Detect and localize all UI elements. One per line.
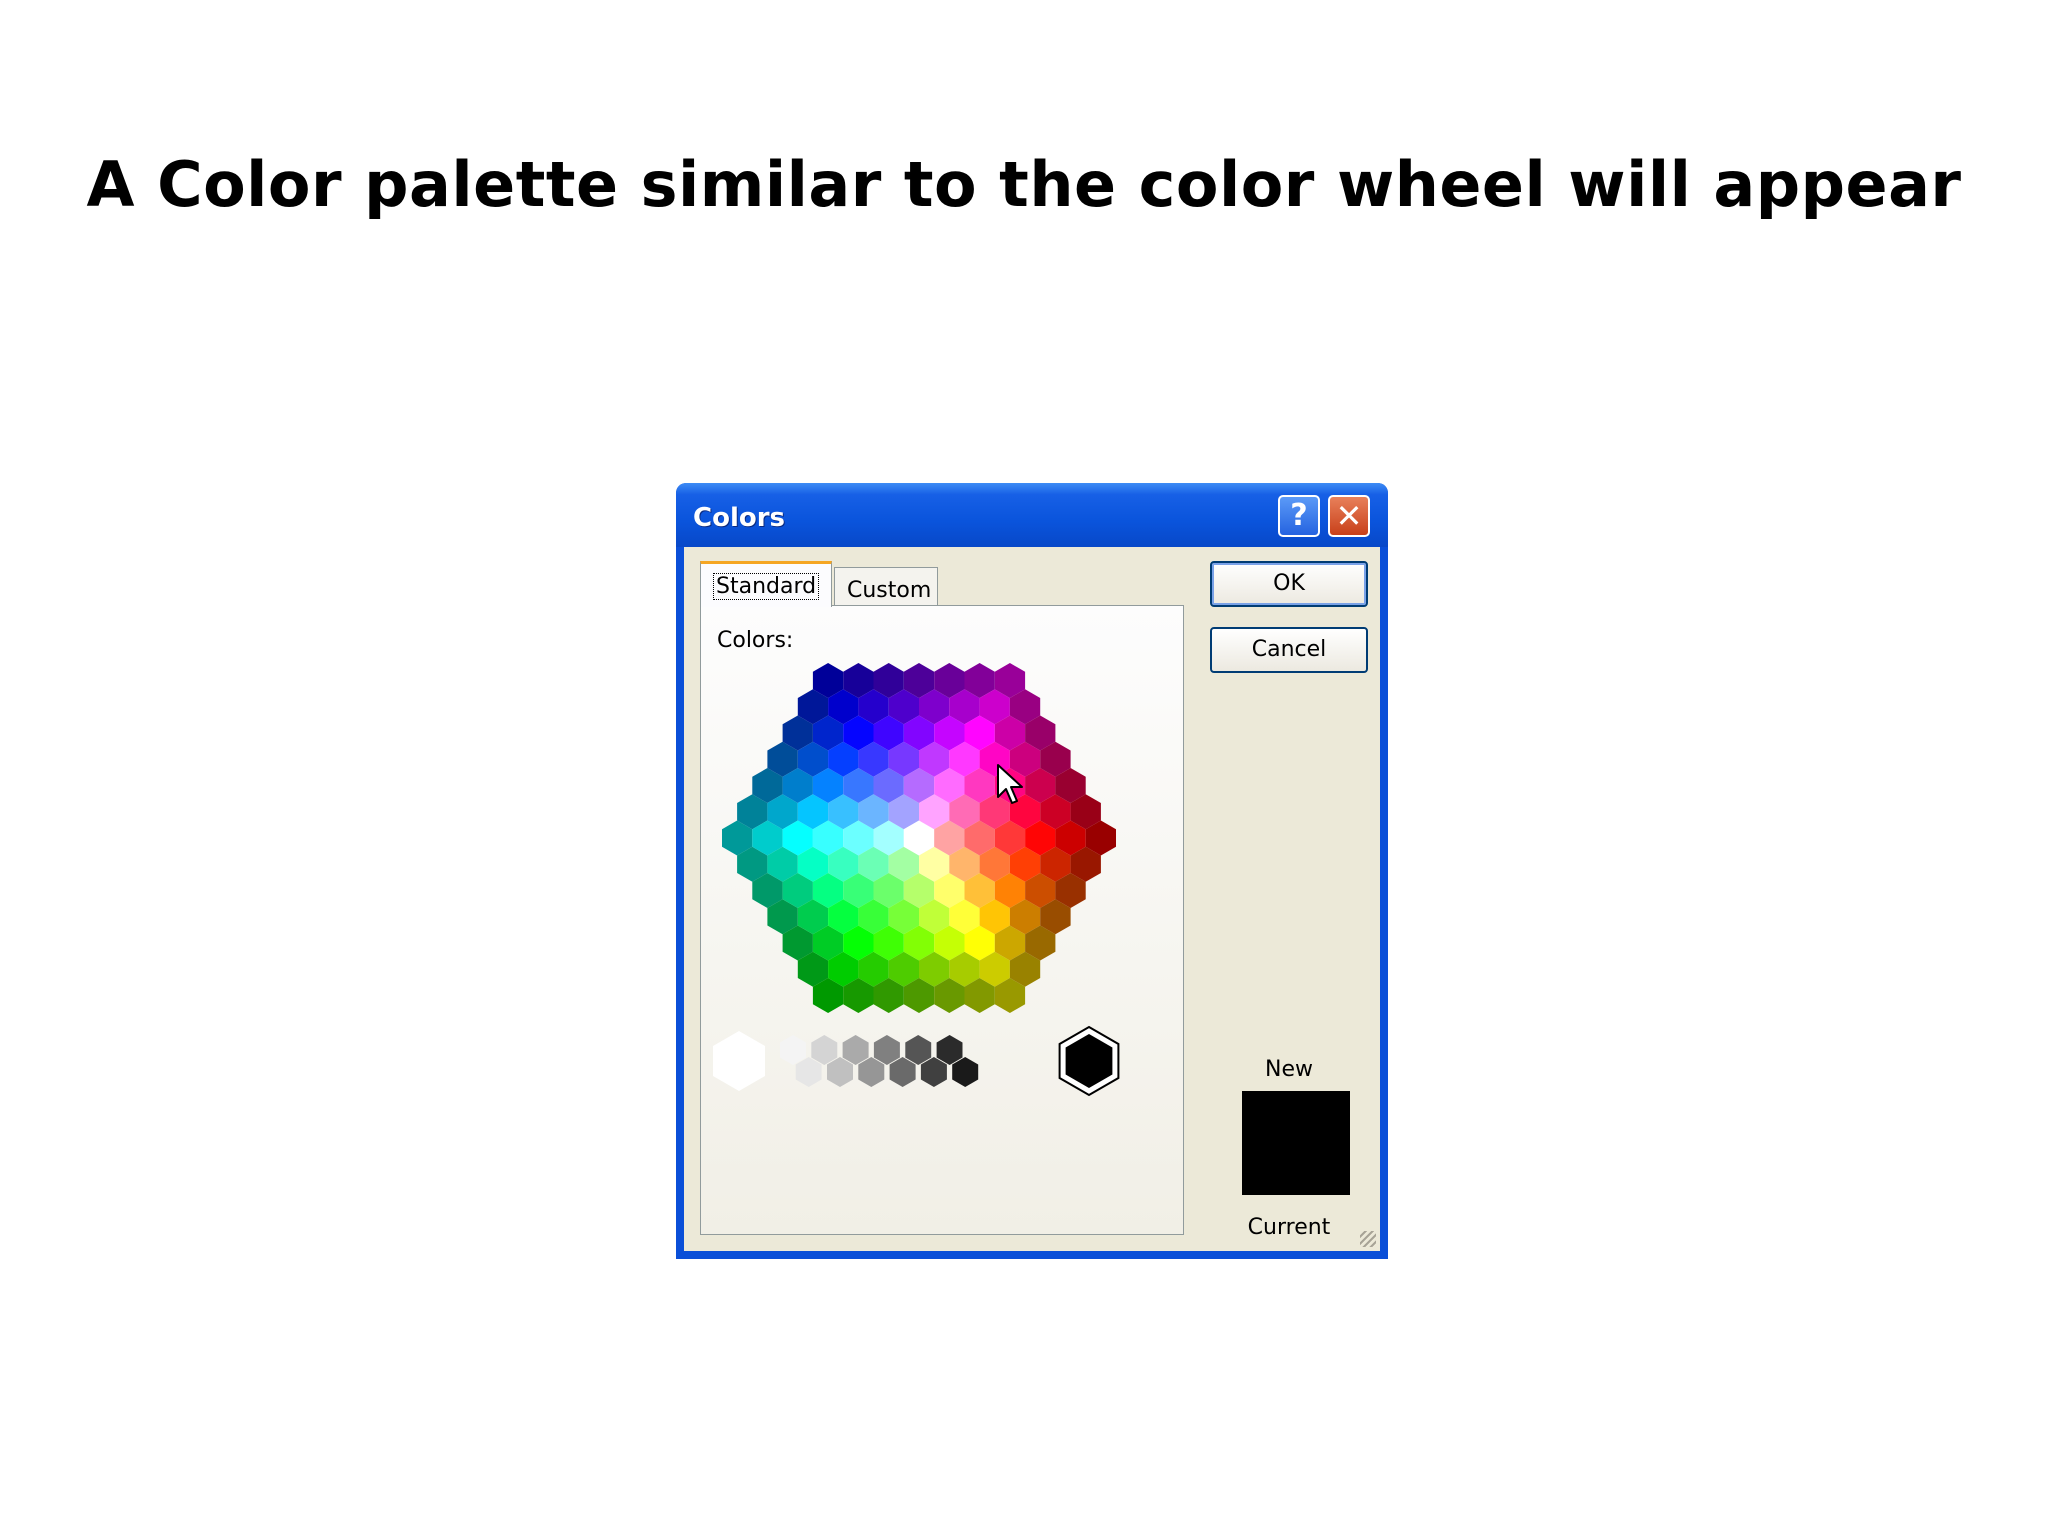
gray-swatch[interactable] (920, 1057, 947, 1087)
slide-title: A Color palette similar to the color whe… (86, 148, 1962, 221)
gray-swatch[interactable] (858, 1057, 885, 1087)
gray-swatch[interactable] (889, 1057, 916, 1087)
tab-standard-label: Standard (713, 573, 820, 600)
gray-swatch[interactable] (905, 1035, 932, 1065)
current-color-label: Current (1247, 1215, 1331, 1240)
tab-custom[interactable]: Custom (834, 567, 938, 609)
mouse-pointer-icon (997, 764, 1023, 804)
dialog-title: Colors (693, 503, 786, 533)
tab-custom-label: Custom (847, 578, 932, 603)
gray-swatch[interactable] (795, 1057, 822, 1087)
standard-tab-panel: Colors: (700, 605, 1184, 1235)
help-button[interactable]: ? (1278, 495, 1320, 537)
tab-standard[interactable]: Standard (700, 561, 832, 607)
gray-swatch[interactable] (952, 1057, 979, 1087)
gray-swatch[interactable] (827, 1057, 853, 1087)
ok-button[interactable]: OK (1210, 561, 1368, 607)
dialog-client-area: Standard Custom Colors: OK Cancel New Cu… (684, 547, 1380, 1251)
gray-swatch[interactable] (873, 1035, 900, 1065)
cancel-button[interactable]: Cancel (1210, 627, 1368, 673)
close-icon: ✕ (1335, 497, 1363, 535)
white-swatch[interactable] (713, 1031, 765, 1091)
gray-swatch[interactable] (936, 1035, 963, 1065)
colors-dialog: Colors ? ✕ Standard Custom Colors: OK Ca… (676, 483, 1388, 1259)
color-honeycomb[interactable] (701, 606, 1185, 1236)
new-color-preview (1242, 1091, 1350, 1195)
gray-swatch[interactable] (780, 1035, 806, 1065)
resize-grip[interactable] (1360, 1231, 1376, 1247)
close-button[interactable]: ✕ (1328, 495, 1370, 537)
help-icon: ? (1290, 498, 1308, 533)
new-color-label: New (1265, 1057, 1313, 1082)
gray-swatch[interactable] (811, 1035, 838, 1065)
dialog-titlebar[interactable]: Colors ? ✕ (676, 483, 1388, 547)
gray-swatch[interactable] (842, 1035, 869, 1065)
